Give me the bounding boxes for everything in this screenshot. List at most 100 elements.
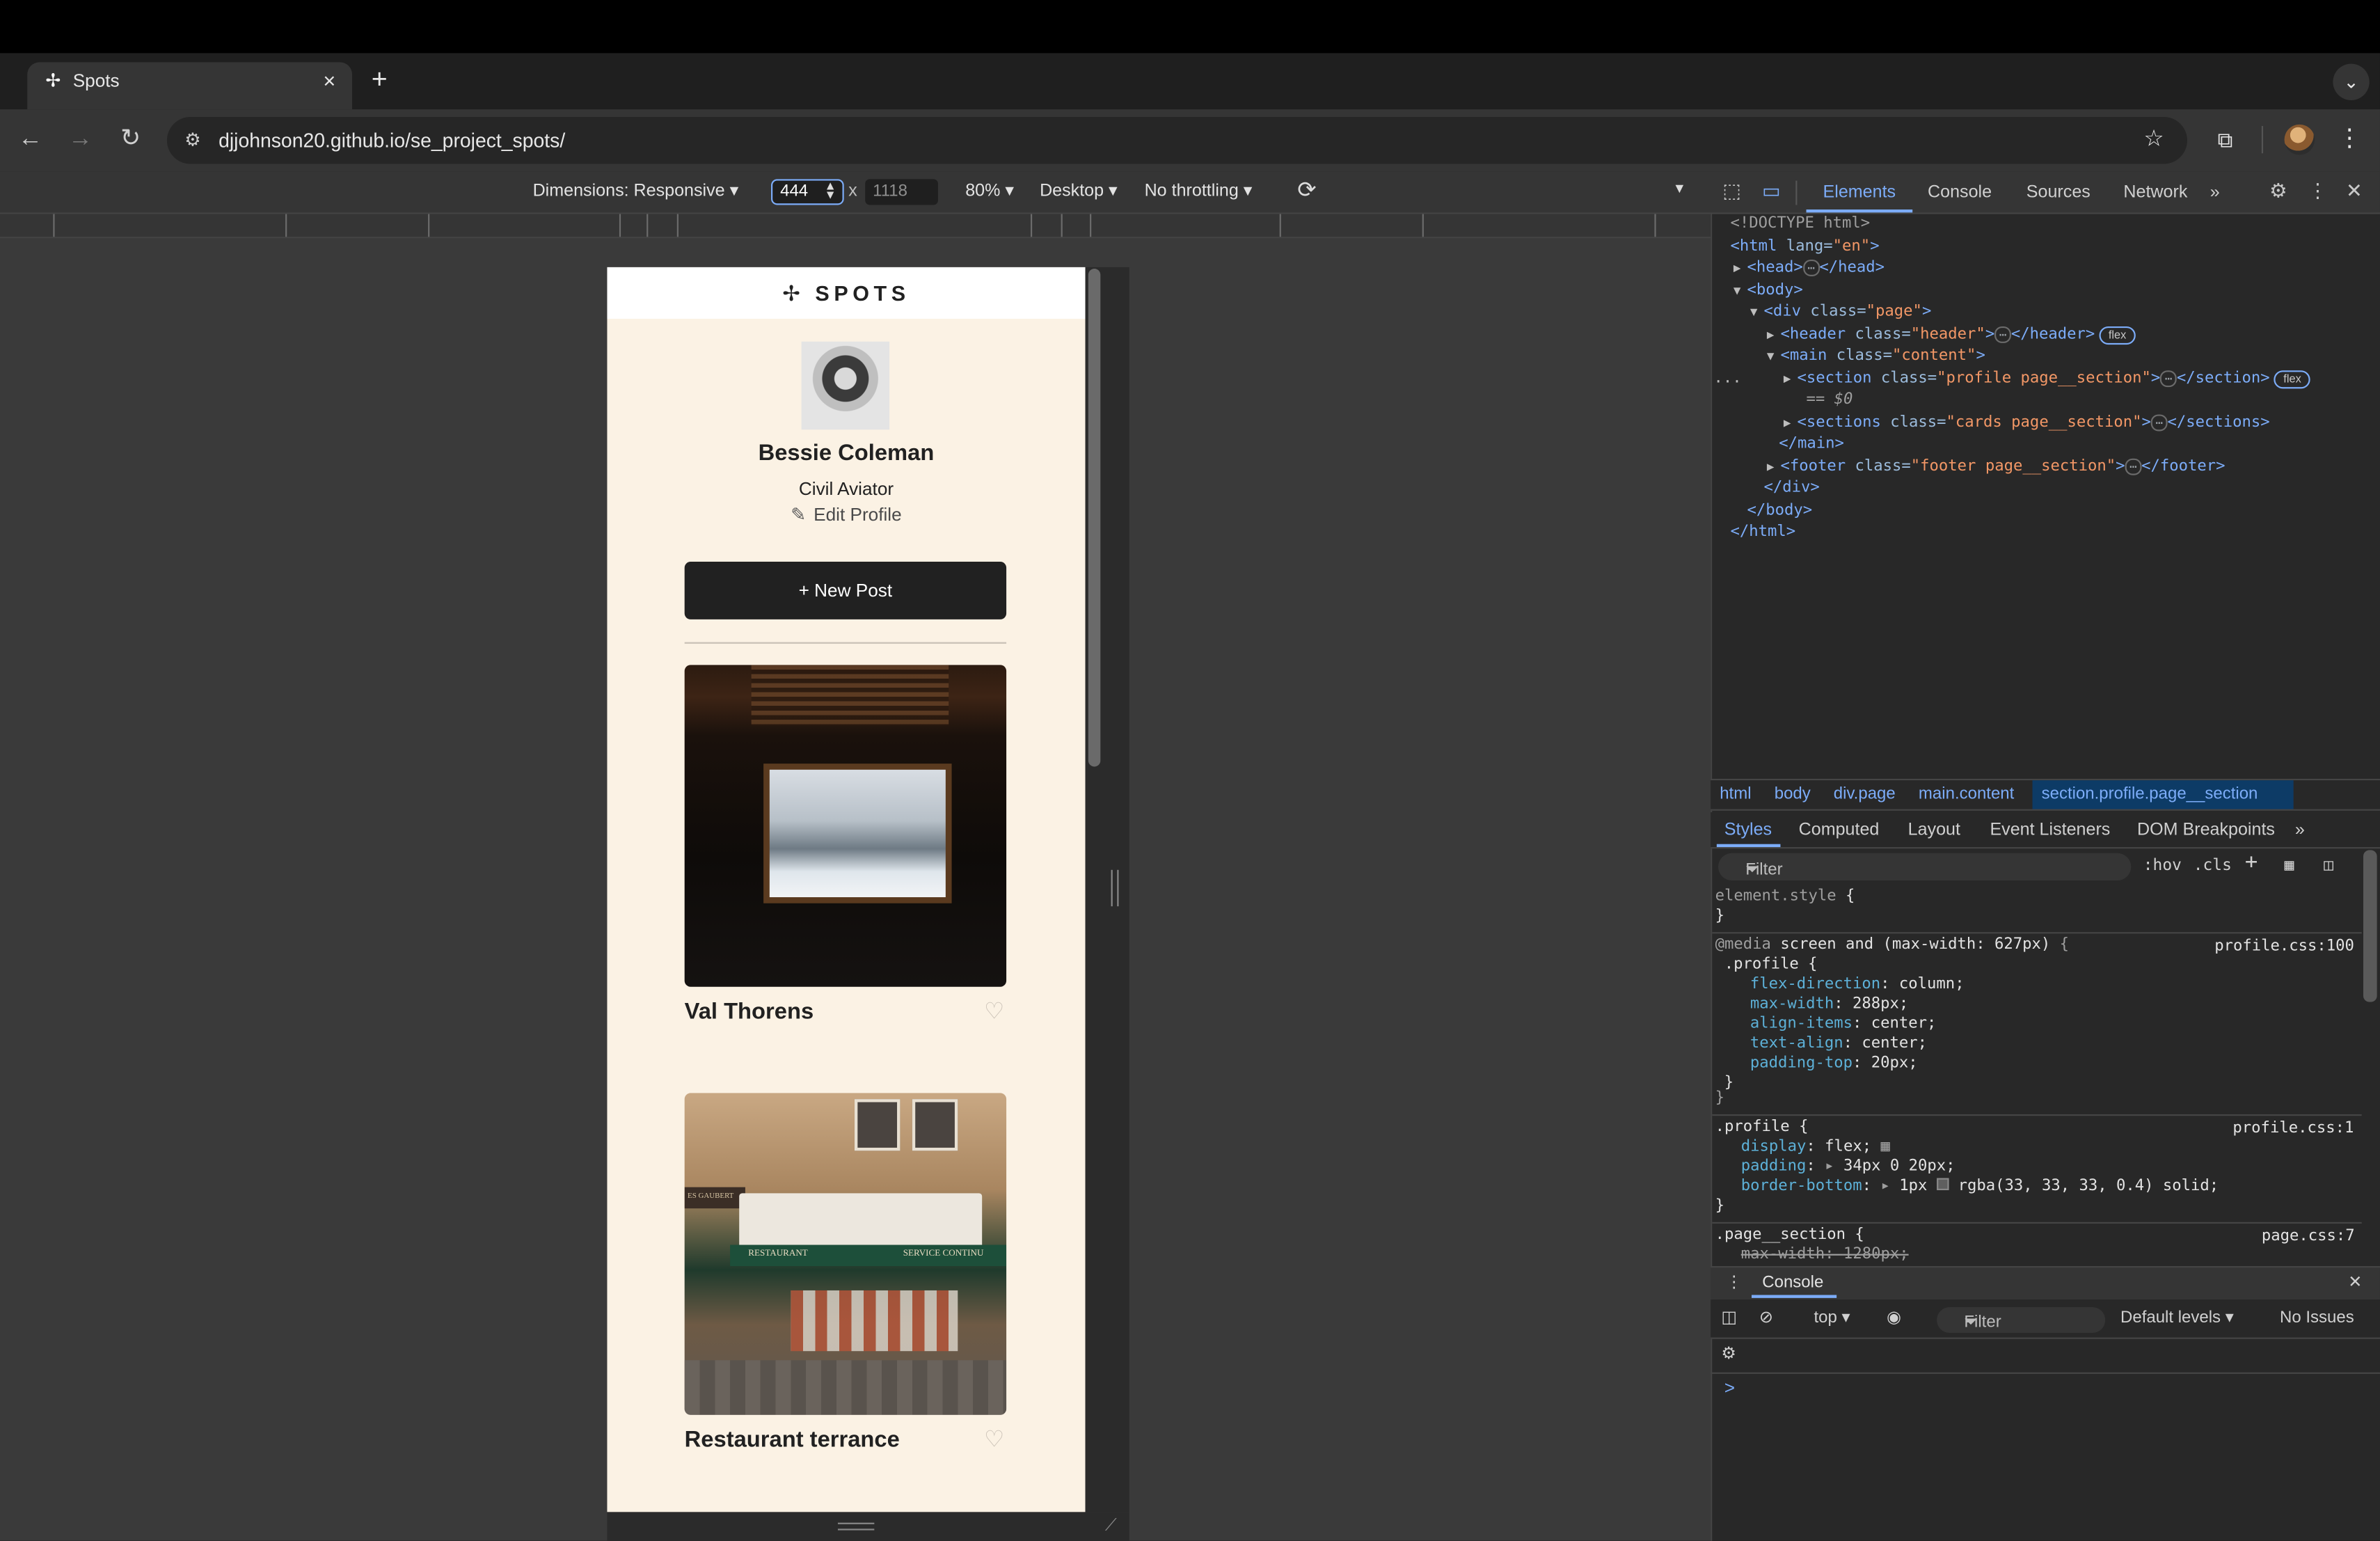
profile-selector[interactable]: .profile { <box>1724 956 1818 976</box>
kebab-menu-icon[interactable]: ⋮ <box>2335 125 2365 155</box>
back-arrow-icon[interactable]: ← <box>15 125 46 155</box>
console-prompt[interactable]: > <box>1724 1377 1735 1398</box>
profile-css-1-link[interactable]: profile.css:1 <box>2232 1121 2354 1140</box>
dom-div-close[interactable]: </div> <box>1763 478 1819 500</box>
paint-brush-icon[interactable]: ▦ <box>2285 855 2294 878</box>
bottom-resize-grip[interactable] <box>837 1522 875 1531</box>
dom-body-close[interactable]: </body> <box>1747 500 1812 523</box>
breadcrumb-section[interactable]: section.profile.page__section <box>2042 785 2258 805</box>
dom-html-close[interactable]: </html> <box>1730 522 1795 544</box>
page-css-7-link[interactable]: page.css:7 <box>2262 1228 2355 1248</box>
dom-doctype[interactable]: <!DOCTYPE html> <box>1730 214 1870 237</box>
profile-css-100-link[interactable]: profile.css:100 <box>2214 938 2354 958</box>
new-style-rule-plus-icon[interactable]: + <box>2245 851 2258 875</box>
breadcrumb-html[interactable]: html <box>1720 785 1751 805</box>
element-style-rule[interactable]: element.style { <box>1715 888 1855 908</box>
viewport-bottom-resize-bar[interactable]: ⟋ <box>607 1512 1129 1541</box>
close-devtools-icon[interactable]: ✕ <box>2340 177 2367 205</box>
media-query[interactable]: @media screen and (max-width: 627px) { <box>1715 937 2069 956</box>
more-tabs-chevron-icon[interactable]: » <box>2210 182 2220 204</box>
live-expression-eye-icon[interactable]: ◉ <box>1887 1307 1901 1330</box>
dom-main-close[interactable]: </main> <box>1779 434 1844 457</box>
tab-computed[interactable]: Computed <box>1799 820 1880 841</box>
issues-counter[interactable]: No Issues <box>2280 1307 2354 1330</box>
tab-event-listeners[interactable]: Event Listeners <box>1990 820 2110 841</box>
dom-div-page[interactable]: ▼ <div class="page"> <box>1750 302 1932 324</box>
dom-main[interactable]: ▼ <main class="content"> <box>1767 346 1985 368</box>
dom-body[interactable]: ▼ <body> <box>1734 280 1803 302</box>
dom-section-profile[interactable]: ▶ <section class="profile page__section">… <box>1784 368 2310 390</box>
device-toolbar-more-icon[interactable]: ▼ <box>1673 181 1686 196</box>
drawer-menu-icon[interactable]: ⋮ <box>1726 1272 1743 1295</box>
new-tab-plus-icon[interactable]: + <box>364 64 395 95</box>
css-prop[interactable]: align-items: center; <box>1750 1016 1937 1035</box>
dom-header[interactable]: ▶ <header class="header"> ⋯ </header> flex <box>1767 324 2136 347</box>
device-toolbar-toggle-icon[interactable]: ▭ <box>1758 177 1785 205</box>
width-input[interactable]: 444 ▲ ▼ <box>771 179 844 205</box>
corner-resize-icon[interactable]: ⟋ <box>1105 1517 1123 1535</box>
breadcrumb-div-page[interactable]: div.page <box>1834 785 1896 805</box>
clear-console-icon[interactable]: ⊘ <box>1759 1307 1773 1330</box>
tab-layout[interactable]: Layout <box>1908 820 1960 841</box>
css-prop[interactable]: max-width: 288px; <box>1750 996 1908 1016</box>
url-text[interactable]: djjohnson20.github.io/se_project_spots/ <box>219 127 565 153</box>
dom-html[interactable]: <html lang="en"> <box>1730 236 1879 258</box>
new-post-button[interactable]: + New Post <box>684 562 1007 619</box>
close-drawer-icon[interactable]: ✕ <box>2348 1272 2362 1295</box>
settings-gear-icon[interactable]: ⚙ <box>2264 177 2292 205</box>
tab-network[interactable]: Network <box>2123 182 2187 204</box>
console-settings-gear-icon[interactable]: ⚙ <box>1721 1343 1736 1366</box>
flex-editor-icon[interactable]: ▦ <box>1880 1139 1889 1155</box>
dom-gutter-dots[interactable]: ... <box>1713 368 1741 390</box>
console-sidebar-icon[interactable]: ◫ <box>1721 1307 1737 1330</box>
dom-tree[interactable]: <!DOCTYPE html> <html lang="en"> ▶ <head>… <box>1712 214 2380 779</box>
height-input[interactable]: 1118 <box>865 179 938 205</box>
address-bar[interactable]: ⚙ djjohnson20.github.io/se_project_spots… <box>166 116 2187 164</box>
more-style-tabs-chevron-icon[interactable]: » <box>2295 820 2305 841</box>
toggle-sidebar-icon[interactable]: ◫ <box>2324 855 2333 878</box>
dimensions-dropdown[interactable]: Dimensions: Responsive ▾ <box>533 181 739 204</box>
page-section-selector[interactable]: .page__section { <box>1715 1226 1864 1246</box>
styles-filter-input[interactable]: ⏷ Filter <box>1718 853 2132 881</box>
breadcrumb-body[interactable]: body <box>1775 785 1811 805</box>
dom-footer[interactable]: ▶ <footer class="footer page__section"> ⋯ <… <box>1767 456 2226 478</box>
tab-search-chevron-icon[interactable]: ⌄ <box>2333 63 2370 100</box>
console-filter-input[interactable]: ⏷ Filter <box>1937 1306 2106 1334</box>
cls-toggle[interactable]: .cls <box>2193 855 2232 878</box>
profile-selector[interactable]: .profile { <box>1715 1119 1809 1138</box>
browser-tab[interactable]: ✢ Spots × <box>27 62 353 110</box>
like-heart-icon[interactable]: ♡ <box>982 1428 1006 1453</box>
css-prop[interactable]: flex-direction: column; <box>1750 976 1965 995</box>
css-prop[interactable]: padding: ▸ 34px 0 20px; <box>1741 1158 1955 1178</box>
card-image-val-thorens[interactable] <box>684 665 1007 987</box>
devtools-menu-icon[interactable]: ⋮ <box>2304 177 2331 205</box>
styles-pane[interactable]: element.style { } @media screen and (max… <box>1712 887 2362 1263</box>
device-type-dropdown[interactable]: Desktop ▾ <box>1040 181 1118 204</box>
css-prop[interactable]: border-bottom: ▸ 1px rgba(33, 33, 33, 0.… <box>1741 1178 2219 1198</box>
tab-elements[interactable]: Elements <box>1823 182 1896 204</box>
zoom-dropdown[interactable]: 80% ▾ <box>965 181 1014 204</box>
like-heart-icon[interactable]: ♡ <box>982 999 1006 1025</box>
dom-sections-cards[interactable]: ▶ <sections class="cards page__section"> ⋯… <box>1784 412 2270 434</box>
inspect-element-icon[interactable]: ⬚ <box>1718 177 1745 205</box>
site-settings-icon[interactable]: ⚙ <box>181 127 205 152</box>
css-prop-overridden[interactable]: max-width: 1280px; <box>1741 1247 1909 1263</box>
media-query-ruler[interactable] <box>0 214 1711 239</box>
hov-toggle[interactable]: :hov <box>2143 855 2182 878</box>
css-prop[interactable]: padding-top: 20px; <box>1750 1055 1918 1075</box>
reload-icon[interactable]: ↻ <box>116 125 146 155</box>
throttling-dropdown[interactable]: No throttling ▾ <box>1145 181 1253 204</box>
page-scrollbar-thumb[interactable] <box>1088 269 1101 767</box>
rotate-icon[interactable]: ⟳ <box>1293 177 1320 205</box>
card-image-restaurant-terrance[interactable]: ES GAUBERT RESTAURANT SERVICE CONTINU <box>684 1093 1007 1415</box>
tab-console[interactable]: Console <box>1928 182 1992 204</box>
tab-close-icon[interactable]: × <box>319 67 340 94</box>
styles-scrollbar[interactable] <box>2363 850 2377 1002</box>
extensions-puzzle-icon[interactable]: ⧉ <box>2210 125 2241 155</box>
tab-dom-breakpoints[interactable]: DOM Breakpoints <box>2137 820 2275 841</box>
css-prop[interactable]: display: flex; ▦ <box>1741 1139 1890 1158</box>
context-selector[interactable]: top ▾ <box>1814 1307 1850 1330</box>
log-levels-dropdown[interactable]: Default levels ▾ <box>2120 1307 2234 1330</box>
color-swatch[interactable] <box>1936 1178 1949 1190</box>
viewport-resize-handle[interactable] <box>1111 869 1119 907</box>
